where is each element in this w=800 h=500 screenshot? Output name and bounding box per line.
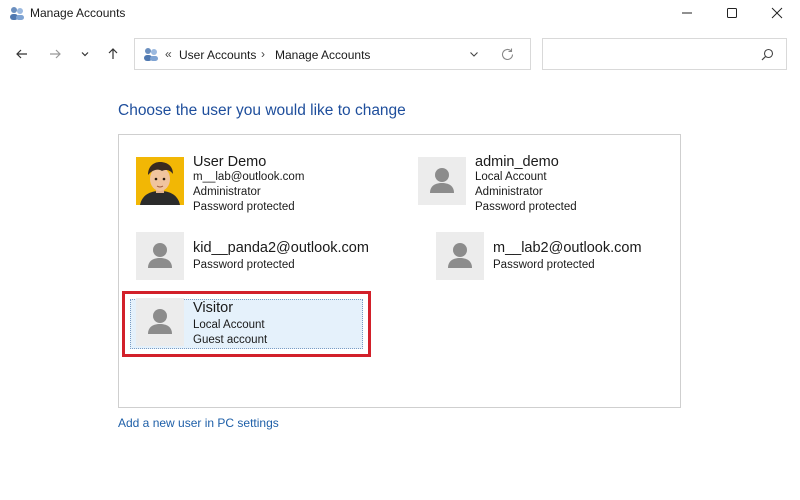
account-detail: Guest account xyxy=(193,334,268,346)
users-location-icon xyxy=(144,48,158,61)
avatar xyxy=(136,298,184,346)
default-user-icon xyxy=(148,243,172,268)
minimize-button[interactable] xyxy=(664,0,710,26)
arrow-right-icon xyxy=(50,49,61,59)
close-icon xyxy=(771,7,783,19)
page-heading: Choose the user you would like to change xyxy=(118,102,406,119)
title-bar: Manage Accounts xyxy=(0,0,800,26)
address-bar[interactable]: « User Accounts › Manage Accounts xyxy=(134,38,531,70)
users-app-icon xyxy=(10,7,24,20)
account-name: m__lab2@outlook.com xyxy=(493,240,642,256)
breadcrumb-user-accounts[interactable]: User Accounts xyxy=(179,48,256,62)
account-detail: Administrator xyxy=(193,186,261,198)
default-user-icon xyxy=(448,243,472,268)
cartoon-avatar-icon xyxy=(136,157,184,205)
search-icon xyxy=(761,48,774,61)
account-detail: Password protected xyxy=(193,259,295,271)
breadcrumb-overflow[interactable]: « xyxy=(165,47,172,61)
avatar xyxy=(418,157,466,205)
avatar xyxy=(436,232,484,280)
default-user-icon xyxy=(148,309,172,334)
maximize-button[interactable] xyxy=(709,0,755,26)
forward-button[interactable] xyxy=(43,42,67,66)
account-name: User Demo xyxy=(193,154,267,170)
navigation-bar: « User Accounts › Manage Accounts xyxy=(0,34,800,74)
account-detail: Password protected xyxy=(493,259,595,271)
breadcrumb-arrow: › xyxy=(261,47,265,61)
chevron-down-icon[interactable] xyxy=(468,48,480,60)
refresh-icon[interactable] xyxy=(500,47,515,62)
avatar xyxy=(136,157,184,205)
account-detail: Administrator xyxy=(475,186,543,198)
search-input[interactable] xyxy=(549,44,749,64)
account-detail: Local Account xyxy=(475,171,547,183)
account-detail: Local Account xyxy=(193,319,265,331)
search-box[interactable] xyxy=(542,38,787,70)
account-detail: m__lab@outlook.com xyxy=(193,171,305,183)
minimize-icon xyxy=(682,12,692,14)
arrow-up-icon xyxy=(108,48,118,59)
breadcrumb-manage-accounts[interactable]: Manage Accounts xyxy=(275,48,370,62)
chevron-down-icon xyxy=(81,52,89,57)
arrow-left-icon xyxy=(16,49,27,59)
account-detail: Password protected xyxy=(475,201,577,213)
add-new-user-link[interactable]: Add a new user in PC settings xyxy=(118,416,279,430)
back-button[interactable] xyxy=(10,42,34,66)
account-name: admin_demo xyxy=(475,154,559,170)
account-detail: Password protected xyxy=(193,201,295,213)
maximize-icon xyxy=(727,8,737,18)
up-button[interactable] xyxy=(101,42,125,66)
account-name: Visitor xyxy=(193,300,234,316)
window-title: Manage Accounts xyxy=(30,6,126,20)
account-name: kid__panda2@outlook.com xyxy=(193,240,369,256)
avatar xyxy=(136,232,184,280)
recent-locations-button[interactable] xyxy=(73,42,97,66)
default-user-icon xyxy=(430,168,454,193)
close-button[interactable] xyxy=(754,0,800,26)
